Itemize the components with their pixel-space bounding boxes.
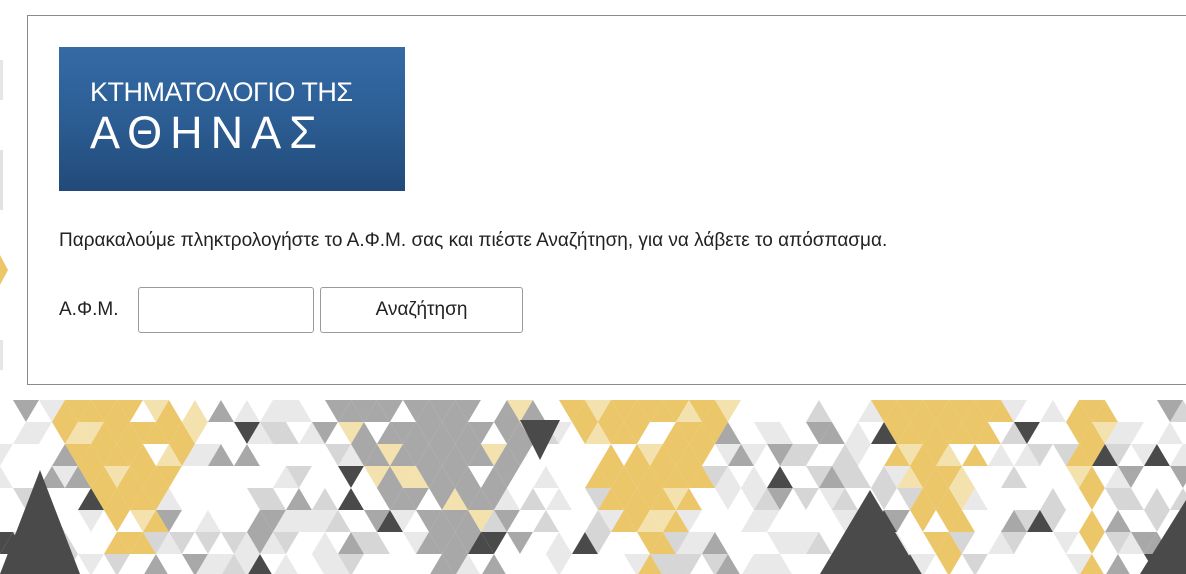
logo-title-line1: ΚΤΗΜΑΤΟΛΟΓΙΟ ΤΗΣ	[90, 77, 353, 107]
cadastre-logo: ΚΤΗΜΑΤΟΛΟΓΙΟ ΤΗΣ ΑΘΗΝΑΣ	[59, 47, 405, 191]
search-button[interactable]: Αναζήτηση	[320, 287, 523, 333]
instruction-text: Παρακαλούμε πληκτρολογήστε το Α.Φ.Μ. σας…	[59, 230, 888, 251]
afm-input[interactable]	[138, 287, 314, 333]
logo-title-line2: ΑΘΗΝΑΣ	[90, 107, 325, 158]
left-edge-decoration	[0, 60, 8, 370]
triangle-pattern-banner	[0, 400, 1186, 574]
search-card: ΚΤΗΜΑΤΟΛΟΓΙΟ ΤΗΣ ΑΘΗΝΑΣ Παρακαλούμε πληκ…	[27, 15, 1186, 385]
afm-label: Α.Φ.Μ.	[59, 299, 119, 320]
page: ΚΤΗΜΑΤΟΛΟΓΙΟ ΤΗΣ ΑΘΗΝΑΣ Παρακαλούμε πληκ…	[0, 0, 1186, 574]
